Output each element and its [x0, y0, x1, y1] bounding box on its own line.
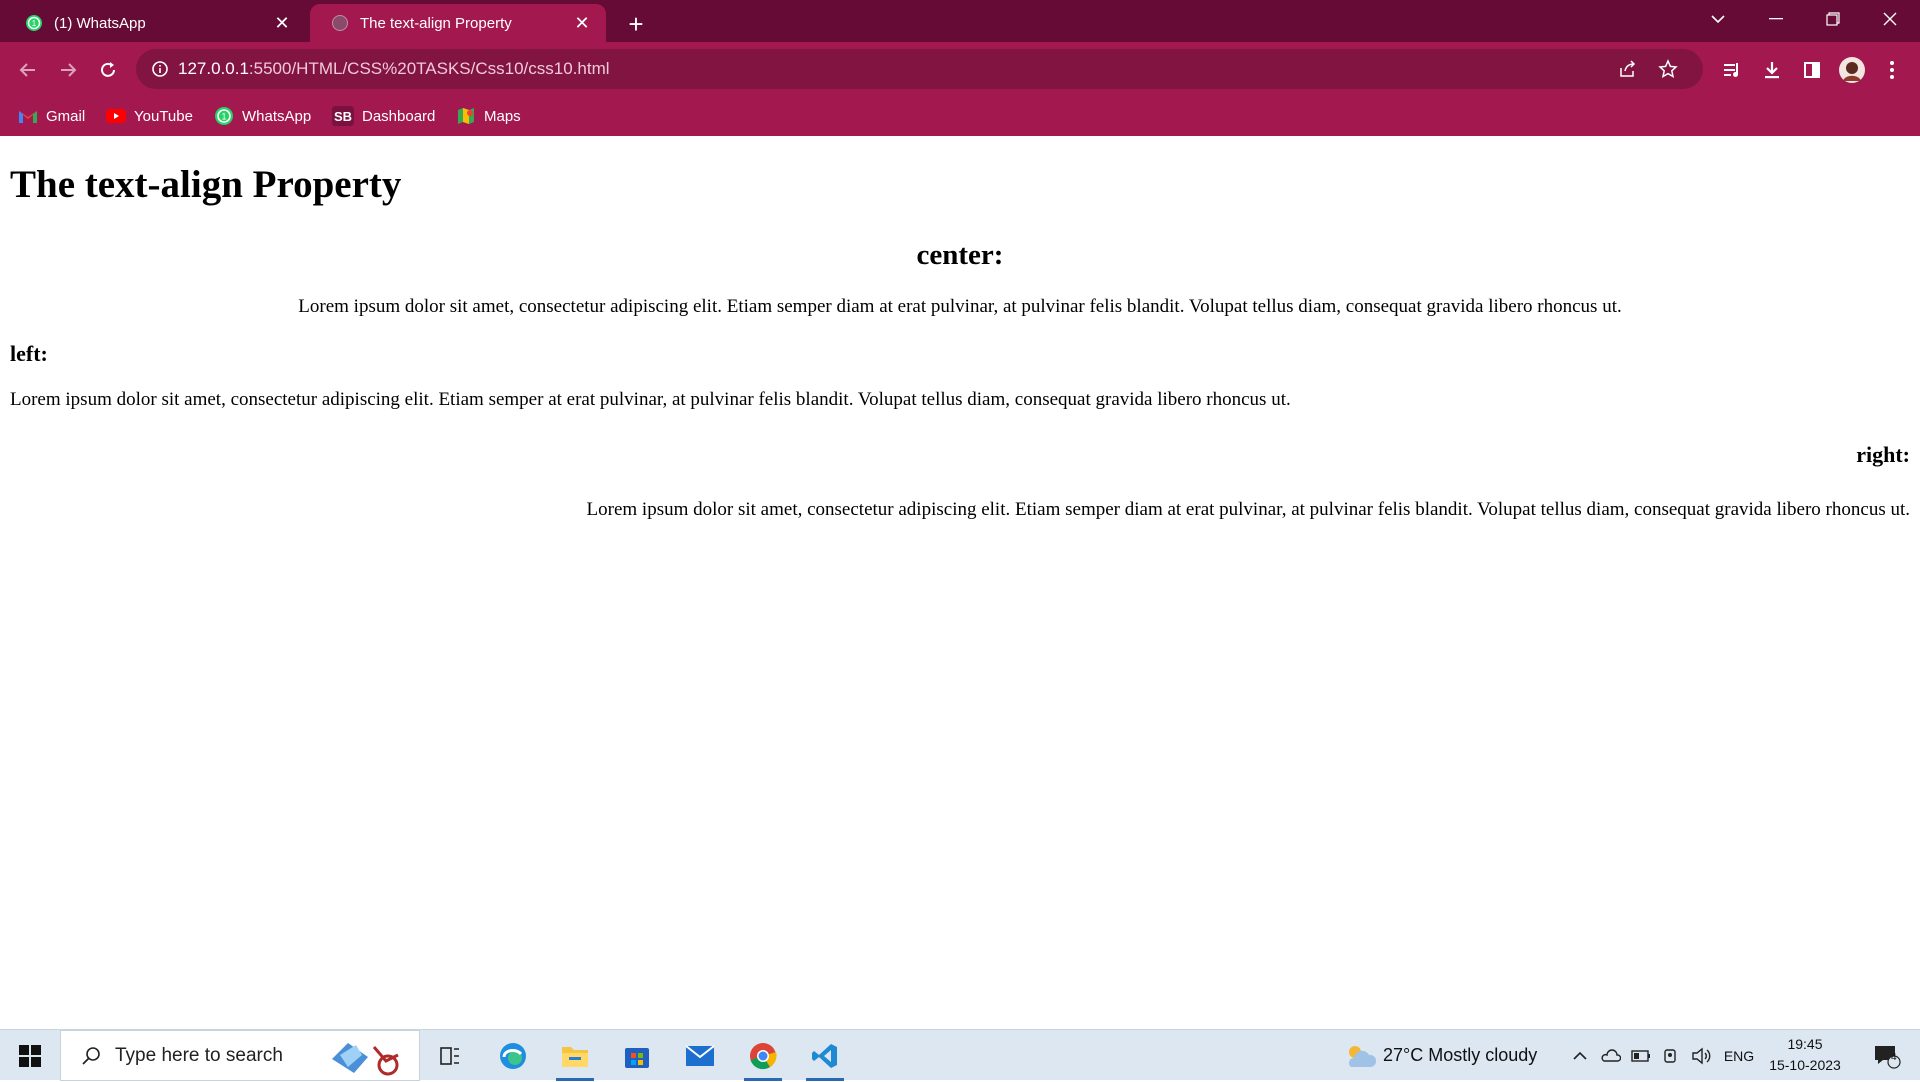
search-icon	[71, 1046, 111, 1066]
search-highlight-icon	[326, 1037, 406, 1082]
reload-icon[interactable]	[92, 54, 124, 86]
page-title: The text-align Property	[10, 163, 402, 206]
tab-search-icon[interactable]	[1690, 0, 1746, 38]
left-paragraph: Lorem ipsum dolor sit amet, consectetur …	[10, 389, 1291, 410]
globe-icon	[330, 13, 350, 33]
tab-text-align[interactable]: The text-align Property ✕	[310, 4, 606, 42]
mail-icon[interactable]	[675, 1030, 725, 1081]
bookmark-label: WhatsApp	[242, 107, 312, 125]
weather-text[interactable]: 27°C Mostly cloudy	[1383, 1030, 1537, 1081]
windows-start-icon[interactable]	[0, 1030, 60, 1081]
tab-title: The text-align Property	[360, 14, 512, 32]
store-icon[interactable]	[612, 1030, 662, 1081]
tab-close-icon[interactable]: ✕	[572, 13, 592, 33]
bookmarks-bar: Gmail YouTube 1 WhatsApp SB Dashboard Ma…	[0, 97, 1920, 136]
site-info-icon[interactable]	[150, 59, 170, 79]
gmail-icon	[18, 106, 38, 126]
share-icon[interactable]	[1616, 57, 1640, 81]
onedrive-icon[interactable]	[1598, 1030, 1624, 1081]
right-heading: right:	[1856, 442, 1910, 467]
youtube-icon	[106, 106, 126, 126]
sb-icon: SB	[332, 106, 354, 126]
center-paragraph: Lorem ipsum dolor sit amet, consectetur …	[298, 296, 1622, 317]
tab-strip: 1 (1) WhatsApp ✕ The text-align Property…	[0, 0, 1920, 42]
back-icon[interactable]	[12, 54, 44, 86]
clock[interactable]: 19:45 15-10-2023	[1765, 1034, 1845, 1076]
vscode-icon[interactable]	[798, 1030, 852, 1081]
bookmark-label: Dashboard	[362, 107, 436, 125]
weather-cloud-icon[interactable]	[1340, 1030, 1380, 1081]
chrome-icon[interactable]	[736, 1030, 790, 1081]
taskbar-search[interactable]: Type here to search	[60, 1030, 420, 1081]
media-playlist-icon[interactable]	[1716, 54, 1748, 86]
bookmark-youtube[interactable]: YouTube	[106, 103, 193, 129]
bookmark-star-icon[interactable]	[1656, 57, 1680, 81]
notification-count: 4	[1891, 1052, 1897, 1063]
download-icon[interactable]	[1756, 54, 1788, 86]
language-label: ENG	[1723, 1047, 1755, 1064]
tray-expand-icon[interactable]	[1568, 1030, 1592, 1081]
url-text: 127.0.0.1:5500/HTML/CSS%20TASKS/Css10/cs…	[178, 59, 610, 79]
right-paragraph: Lorem ipsum dolor sit amet, consectetur …	[586, 499, 1910, 520]
whatsapp-icon: 1	[214, 106, 234, 126]
clock-date: 15-10-2023	[1769, 1057, 1841, 1073]
left-heading: left:	[10, 341, 48, 366]
language-indicator[interactable]: ENG	[1722, 1030, 1756, 1081]
bookmark-dashboard[interactable]: SB Dashboard	[332, 103, 435, 129]
side-panel-icon[interactable]	[1796, 54, 1828, 86]
task-view-icon[interactable]	[425, 1030, 475, 1081]
svg-text:1: 1	[32, 19, 37, 28]
center-heading: center:	[916, 239, 1004, 271]
url-path: :5500/HTML/CSS%20TASKS/Css10/css10.html	[248, 59, 610, 78]
volume-icon[interactable]	[1688, 1030, 1714, 1081]
tab-title: (1) WhatsApp	[54, 14, 146, 32]
avatar[interactable]	[1836, 54, 1868, 86]
minimize-icon[interactable]	[1748, 0, 1804, 38]
clock-time: 19:45	[1787, 1036, 1823, 1052]
weather-label: 27°C Mostly cloudy	[1383, 1045, 1538, 1065]
file-explorer-icon[interactable]	[548, 1030, 602, 1081]
tab-whatsapp[interactable]: 1 (1) WhatsApp ✕	[4, 4, 306, 42]
url-host: 127.0.0.1	[178, 59, 249, 78]
bookmark-maps[interactable]: Maps	[456, 103, 521, 129]
whatsapp-icon: 1	[24, 13, 44, 33]
bookmark-label: YouTube	[134, 107, 193, 125]
svg-text:1: 1	[221, 112, 226, 122]
menu-icon[interactable]	[1876, 54, 1908, 86]
tab-close-icon[interactable]: ✕	[272, 13, 292, 33]
maps-icon	[456, 106, 476, 126]
bookmark-label: Gmail	[46, 107, 86, 125]
edge-icon[interactable]	[488, 1030, 538, 1081]
battery-icon[interactable]	[1628, 1030, 1654, 1081]
search-placeholder: Type here to search	[115, 1044, 283, 1066]
forward-icon[interactable]	[52, 54, 84, 86]
browser-toolbar: 127.0.0.1:5500/HTML/CSS%20TASKS/Css10/cs…	[0, 42, 1920, 97]
address-bar[interactable]: 127.0.0.1:5500/HTML/CSS%20TASKS/Css10/cs…	[136, 49, 1703, 89]
meet-now-icon[interactable]	[1658, 1030, 1684, 1081]
bookmark-whatsapp[interactable]: 1 WhatsApp	[214, 103, 311, 129]
bookmark-label: Maps	[484, 107, 521, 125]
page-content: The text-align Property center: Lorem ip…	[0, 136, 1920, 1029]
notification-icon[interactable]: 4	[1862, 1030, 1912, 1081]
new-tab-button[interactable]: +	[620, 8, 652, 40]
bookmark-gmail[interactable]: Gmail	[18, 103, 85, 129]
restore-icon[interactable]	[1805, 0, 1861, 38]
close-window-icon[interactable]	[1862, 0, 1918, 38]
taskbar: Type here to search 27°C Mostly cloudy E…	[0, 1029, 1920, 1081]
